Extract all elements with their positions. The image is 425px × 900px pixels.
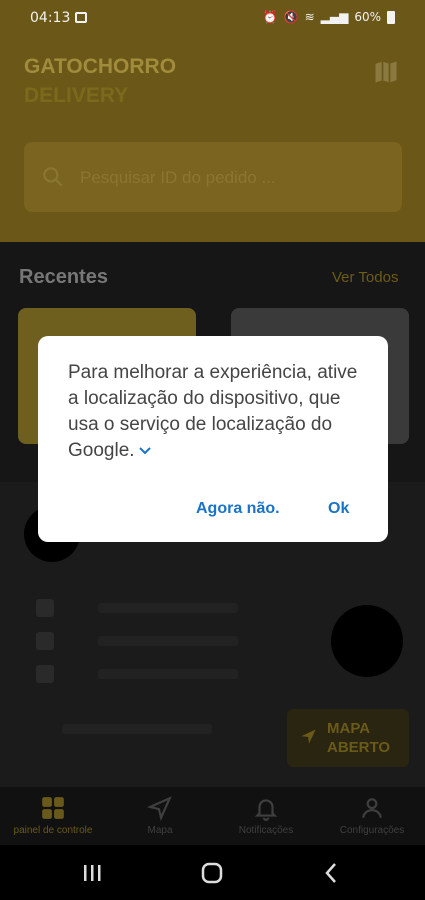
home-icon[interactable] (198, 859, 226, 887)
recent-apps-icon[interactable] (78, 859, 106, 887)
chevron-down-icon[interactable] (138, 447, 151, 455)
location-dialog: Para melhorar a experiência, ative a loc… (38, 336, 388, 542)
ok-button[interactable]: Ok (328, 500, 349, 518)
dialog-message: Para melhorar a experiência, ative a loc… (68, 360, 368, 464)
dialog-message-text: Para melhorar a experiência, ative a loc… (68, 362, 358, 461)
not-now-button[interactable]: Agora não. (196, 500, 280, 518)
system-nav-bar (0, 845, 425, 900)
back-icon[interactable] (318, 859, 346, 887)
